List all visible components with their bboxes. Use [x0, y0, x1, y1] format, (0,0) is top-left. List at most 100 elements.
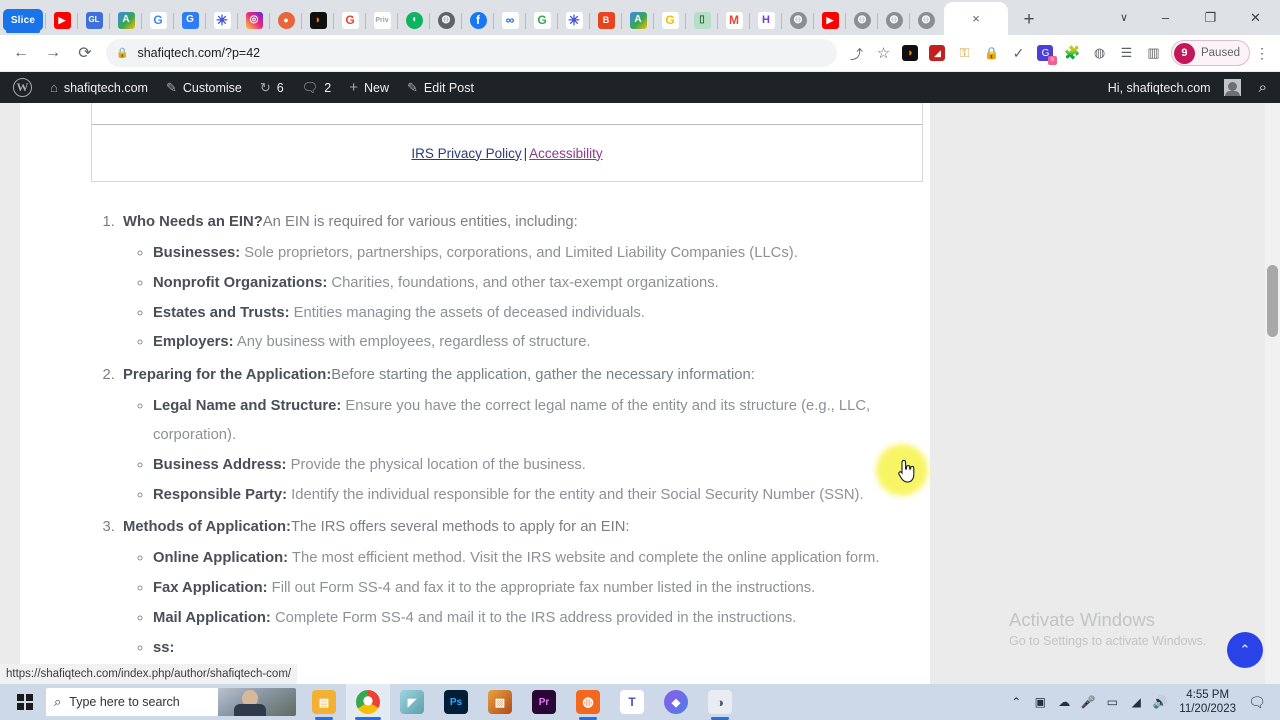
pinned-tab-google-1[interactable]: G [142, 5, 174, 35]
new-tab-button[interactable]: + [1014, 5, 1044, 35]
wp-account-menu[interactable]: Hi, shafiqtech.com [1099, 72, 1250, 103]
vertical-scrollbar[interactable] [1265, 103, 1280, 684]
taskbar-item-file-explorer[interactable]: ▤ [302, 684, 346, 720]
start-button[interactable] [4, 694, 46, 710]
tab-search-icon[interactable]: ∨ [1105, 2, 1143, 34]
notification-center-button[interactable]: 🗨 [1244, 694, 1270, 711]
taskbar-item-microsoft-teams[interactable]: T [610, 684, 654, 720]
microphone-icon[interactable]: 🎤 [1077, 695, 1099, 709]
pinned-tab-asterisk-1[interactable]: ✳ [206, 5, 238, 35]
minimize-button[interactable]: – [1143, 2, 1188, 34]
pinned-tab-google-3[interactable]: G [526, 5, 558, 35]
wp-edit-post-link[interactable]: ✎ Edit Post [398, 72, 483, 103]
reload-button[interactable]: ⟳ [70, 38, 100, 68]
taskbar-item-premiere-pro[interactable]: Pr [522, 684, 566, 720]
pinned-tab-youtube[interactable]: ▶ [46, 5, 78, 35]
forward-button[interactable]: → [38, 38, 68, 68]
google-ads-icon-2: A [629, 11, 647, 29]
close-tab-icon[interactable]: × [972, 12, 980, 25]
tab-strip: Slice ▶ GL A G G ✳ ◎ ● ◗ G Priv ◖ ◍ f ∞ … [0, 0, 1280, 35]
pinned-tab-hubspot[interactable]: H [750, 5, 782, 35]
taskbar-item-purple-app[interactable]: ◆ [654, 684, 698, 720]
maximize-button[interactable]: ❐ [1188, 2, 1233, 34]
sub-desc: Fill out Form SS-4 and fax it to the app… [267, 580, 816, 597]
gmail-icon: M [725, 11, 743, 29]
pinned-tab-leaf[interactable]: ◖ [398, 5, 430, 35]
onedrive-icon[interactable]: ☁ [1053, 695, 1075, 709]
pinned-tab-globe-5[interactable]: ◍ [910, 5, 942, 35]
taskbar-clock[interactable]: 4:55 PM 11/20/2023 [1179, 688, 1236, 716]
battery-icon[interactable]: ▭ [1101, 695, 1123, 709]
pinned-tab-asterisk-2[interactable]: ✳ [558, 5, 590, 35]
lock-gold-extension-icon[interactable]: ⚿ [951, 40, 978, 67]
volume-icon[interactable]: 🔊 [1149, 695, 1171, 709]
irs-privacy-policy-link[interactable]: IRS Privacy Policy [411, 146, 521, 161]
pinned-tab-globe-1[interactable]: ◍ [430, 5, 462, 35]
address-bar[interactable]: 🔒 shafiqtech.com/?p=42 [106, 39, 837, 67]
pinned-tab-globe-2[interactable]: ◍ [782, 5, 814, 35]
pinned-tab-globe-3[interactable]: ◍ [846, 5, 878, 35]
pinned-tab-gmail[interactable]: M [718, 5, 750, 35]
semrush-extension-icon[interactable]: ◗ [897, 40, 924, 67]
facebook-icon: f [469, 11, 487, 29]
pinned-tab-firefox[interactable]: ● [270, 5, 302, 35]
profile-button[interactable]: 9 Paused [1170, 40, 1250, 66]
wp-comments-link[interactable]: 🗨 2 [293, 72, 340, 103]
accessibility-link[interactable]: Accessibility [529, 146, 603, 161]
wp-customise-link[interactable]: ✎ Customise [157, 72, 251, 103]
pinned-tab-youtube-2[interactable]: ▶ [814, 5, 846, 35]
active-tab[interactable]: × [944, 2, 1008, 35]
taskbar-item-orange-circle-app[interactable]: ◍ [566, 684, 610, 720]
taskbar-item-photoshop[interactable]: Ps [434, 684, 478, 720]
pinned-tab-orange[interactable]: B [590, 5, 622, 35]
wp-logo-menu[interactable]: W [4, 72, 41, 103]
bookmark-star-icon[interactable]: ☆ [870, 40, 897, 67]
checkmark-extension-icon[interactable]: ✓ [1005, 40, 1032, 67]
priv-icon: Priv [373, 11, 391, 29]
pinned-tab-meta[interactable]: ∞ [494, 5, 526, 35]
pinned-tab-semrush[interactable]: ◗ [302, 5, 334, 35]
taskbar-item-orange-design-app[interactable]: ▨ [478, 684, 522, 720]
back-button[interactable]: ← [6, 38, 36, 68]
pinned-tab-priv[interactable]: Priv [366, 5, 398, 35]
shield-extension-icon[interactable]: ◍ [1086, 40, 1113, 67]
side-panel-icon[interactable]: ▥ [1140, 40, 1167, 67]
sub-term: Online Application: [153, 550, 289, 567]
wp-new-menu[interactable]: + New [340, 72, 398, 103]
pinned-tab-facebook[interactable]: f [462, 5, 494, 35]
browser-menu-button[interactable]: ⋮ [1250, 45, 1274, 62]
pinned-tab-green-doc[interactable]: ▯ [686, 5, 718, 35]
reading-list-icon[interactable]: ☰ [1113, 40, 1140, 67]
pinned-tab-google-ads-2[interactable]: A [622, 5, 654, 35]
pinned-tab-gl[interactable]: GL [78, 5, 110, 35]
link-status-bar: https://shafiqtech.com/index.php/author/… [0, 664, 298, 684]
pinned-tab-slice[interactable]: Slice [0, 5, 46, 35]
pinned-tab-globe-4[interactable]: ◍ [878, 5, 910, 35]
wp-search-button[interactable]: ⌕ [1250, 72, 1276, 103]
share-icon[interactable]: ⤴ [843, 40, 870, 67]
sub-term: Fax Application: [153, 580, 268, 597]
lock-icon: 🔒 [116, 47, 129, 59]
red-extension-icon[interactable]: ◢ [924, 40, 951, 67]
pinned-tab-instagram[interactable]: ◎ [238, 5, 270, 35]
wifi-icon[interactable]: ◢ [1125, 695, 1147, 709]
scrollbar-thumb[interactable] [1267, 265, 1278, 337]
pinned-tab-grammarly[interactable]: G [174, 5, 206, 35]
wp-site-name-menu[interactable]: ⌂ shafiqtech.com [41, 72, 157, 103]
pinned-tab-google-ads[interactable]: A [110, 5, 142, 35]
sub-desc: Any business with employees, regardless … [233, 334, 591, 351]
pinned-tab-google-2[interactable]: G [334, 5, 366, 35]
wp-updates-link[interactable]: ↻ 6 [251, 72, 293, 103]
extensions-puzzle-icon[interactable]: 🧩 [1059, 40, 1086, 67]
close-window-button[interactable]: ✕ [1233, 2, 1278, 34]
taskbar-item-bittorrent[interactable]: ◑ [698, 684, 742, 720]
show-hidden-icons-button[interactable]: ⌃ [1005, 695, 1027, 709]
padlock-extension-icon[interactable]: 🔒 [978, 40, 1005, 67]
pinned-tab-google-4[interactable]: G [654, 5, 686, 35]
taskbar-item-google-chrome[interactable] [346, 684, 390, 720]
taskbar-search-box[interactable]: ⌕ Type here to search [46, 688, 296, 716]
display-icon[interactable]: ▣ [1029, 695, 1051, 709]
scroll-to-top-button[interactable]: ⌃ [1227, 632, 1263, 668]
grammarly-extension-icon[interactable]: G s [1032, 40, 1059, 67]
taskbar-item-teal-app[interactable]: ◤ [390, 684, 434, 720]
